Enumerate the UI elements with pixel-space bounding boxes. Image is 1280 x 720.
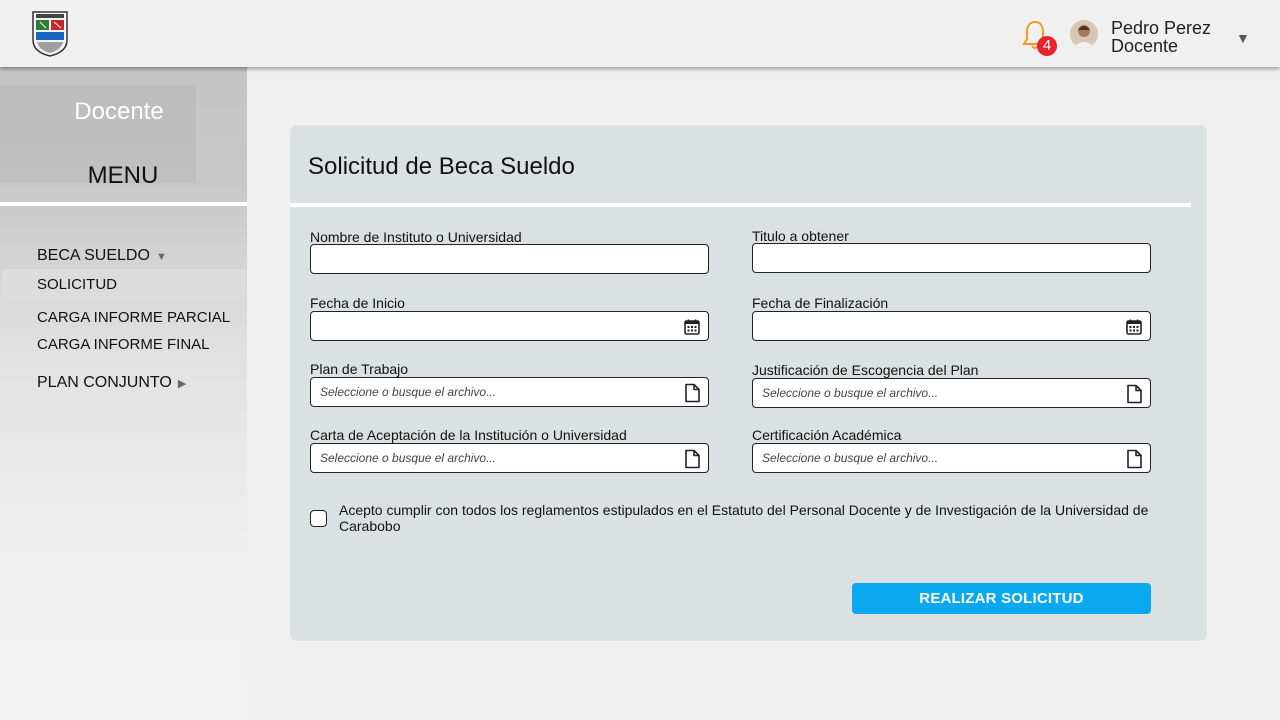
start-date-field	[310, 311, 709, 341]
top-bar: 4 Pedro Perez Docente ▼	[0, 0, 1280, 67]
file-icon[interactable]	[682, 449, 702, 469]
sidebar-group-label: PLAN CONJUNTO	[37, 374, 172, 391]
end-date-label: Fecha de Finalización	[752, 295, 889, 311]
work-plan-file-field	[310, 377, 709, 407]
submit-request-button[interactable]: REALIZAR SOLICITUD	[852, 583, 1151, 614]
sidebar-group-plan-conjunto[interactable]: PLAN CONJUNTO ▶	[37, 374, 186, 392]
agreement-text: Acepto cumplir con todos los reglamentos…	[339, 502, 1149, 534]
start-date-label: Fecha de Inicio	[310, 295, 405, 311]
degree-label: Titulo a obtener	[752, 228, 849, 244]
file-icon[interactable]	[1124, 384, 1144, 404]
calendar-icon[interactable]	[682, 317, 702, 337]
sidebar-divider	[0, 202, 247, 206]
academic-cert-label: Certificación Académica	[752, 427, 902, 443]
notification-count-badge: 4	[1037, 36, 1057, 56]
sidebar-item-solicitud[interactable]: SOLICITUD	[2, 269, 246, 300]
end-date-input[interactable]	[753, 312, 1150, 340]
chevron-right-icon: ▶	[177, 378, 187, 390]
end-date-field	[752, 311, 1151, 341]
start-date-input[interactable]	[311, 312, 708, 340]
justification-label: Justificación de Escogencia del Plan	[752, 362, 979, 378]
institution-field	[310, 244, 709, 274]
institution-label: Nombre de Instituto o Universidad	[310, 229, 522, 245]
academic-cert-input[interactable]	[753, 444, 1150, 472]
acceptance-letter-label: Carta de Aceptación de la Institución o …	[310, 427, 627, 443]
request-form-card: Solicitud de Beca Sueldo Nombre de Insti…	[289, 124, 1208, 642]
user-role: Docente	[1111, 36, 1179, 56]
justification-file-field	[752, 378, 1151, 408]
sidebar-group-beca-sueldo[interactable]: BECA SUELDO ▼	[37, 247, 167, 265]
sidebar-role-title: Docente	[74, 98, 164, 125]
page-title: Solicitud de Beca Sueldo	[308, 153, 575, 180]
university-crest-logo[interactable]	[31, 10, 69, 58]
sidebar-menu-title: MENU	[87, 162, 159, 189]
sidebar: Docente MENU BECA SUELDO ▼ SOLICITUD CARG…	[0, 67, 247, 720]
institution-input[interactable]	[311, 245, 708, 273]
calendar-icon[interactable]	[1124, 317, 1144, 337]
title-divider	[290, 203, 1191, 207]
academic-cert-file-field	[752, 443, 1151, 473]
justification-input[interactable]	[753, 379, 1150, 407]
acceptance-letter-file-field	[310, 443, 709, 473]
sidebar-group-label: BECA SUELDO	[37, 247, 150, 264]
acceptance-letter-input[interactable]	[311, 444, 708, 472]
user-menu-caret-icon[interactable]: ▼	[1236, 30, 1250, 46]
chevron-down-icon: ▼	[155, 251, 167, 263]
sidebar-item-carga-informe-final[interactable]: CARGA INFORME FINAL	[2, 329, 246, 360]
degree-input[interactable]	[753, 244, 1150, 272]
file-icon[interactable]	[1124, 449, 1144, 469]
file-icon[interactable]	[682, 383, 702, 403]
degree-field	[752, 243, 1151, 273]
work-plan-input[interactable]	[311, 378, 708, 406]
avatar[interactable]	[1070, 20, 1098, 48]
work-plan-label: Plan de Trabajo	[310, 361, 409, 377]
agreement-checkbox[interactable]	[310, 510, 327, 527]
